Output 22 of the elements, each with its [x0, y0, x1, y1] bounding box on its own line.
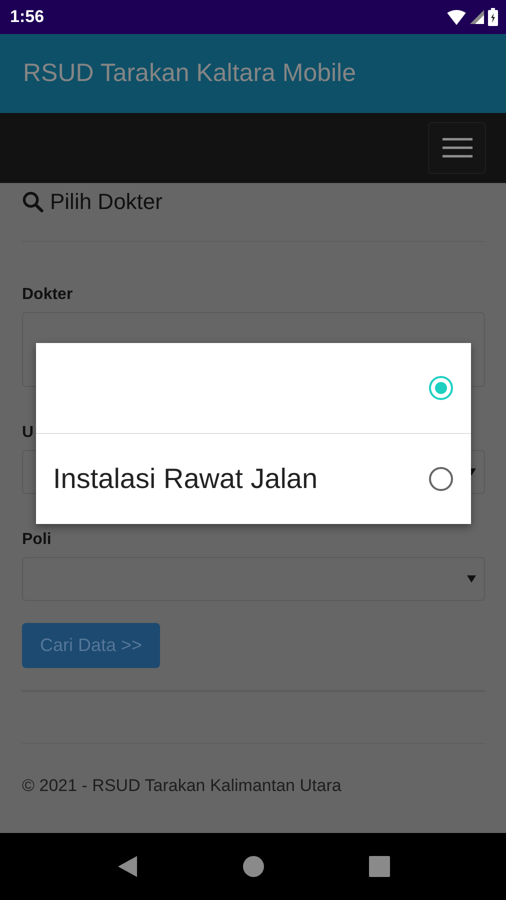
battery-icon	[488, 8, 498, 26]
select-field[interactable]	[22, 557, 485, 601]
home-icon[interactable]	[242, 856, 264, 877]
field-label: Poli	[22, 531, 52, 549]
app-title: RSUD Tarakan Kaltara Mobile	[23, 59, 356, 88]
option-row[interactable]: Instalasi Rawat Jalan	[36, 433, 471, 524]
radio-button[interactable]	[429, 376, 453, 400]
option-label: Instalasi Rawat Jalan	[53, 463, 318, 495]
back-icon[interactable]	[116, 856, 138, 877]
field-label: Dokter	[22, 286, 74, 304]
field-label: U	[22, 424, 35, 442]
menu-icon	[442, 138, 472, 158]
wifi-icon	[447, 10, 466, 24]
search-icon	[22, 191, 44, 213]
signal-icon	[470, 10, 484, 24]
caret-icon	[467, 575, 476, 583]
recents-icon[interactable]	[368, 856, 390, 877]
status-time: 1:56	[10, 7, 44, 27]
page-heading: Pilih Dokter	[50, 189, 162, 215]
radio-button[interactable]	[429, 467, 453, 491]
footer-text: © 2021 - RSUD Tarakan Kalimantan Utara	[22, 776, 342, 796]
menu-button[interactable]	[428, 122, 486, 174]
